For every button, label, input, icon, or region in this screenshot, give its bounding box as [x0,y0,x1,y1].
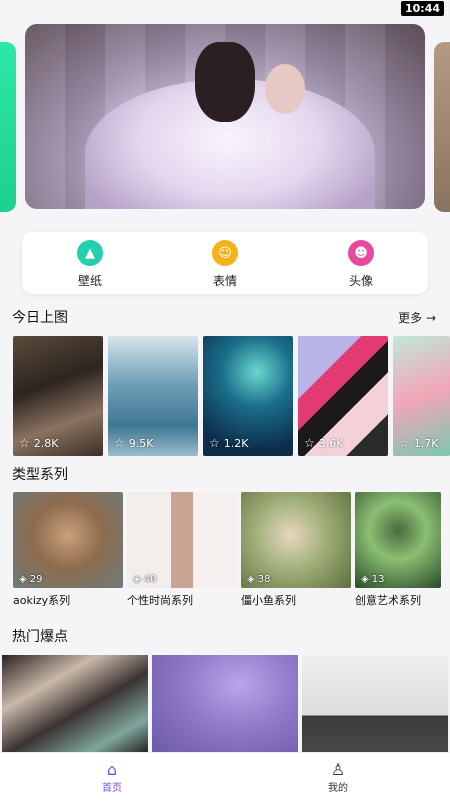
series-image[interactable]: ◈ 29 [13,492,123,588]
banner-prev-slide[interactable] [0,42,16,212]
tab-home[interactable]: ⌂ 首页 [82,760,142,795]
hot-image[interactable] [2,655,148,755]
series-card[interactable]: ◈ 40 个性时尚系列 [127,492,237,608]
tab-mine[interactable]: ♙ 我的 [308,760,368,795]
today-more-link[interactable]: 更多 → [398,309,436,326]
series-card[interactable]: ◈ 13 创意艺术系列 [355,492,441,608]
star-icon: ☆ [209,436,220,450]
banner-next-slide[interactable] [434,42,450,212]
series-section-title: 类型系列 [12,467,68,483]
category-label: 壁纸 [77,274,102,288]
banner-image[interactable] [25,24,425,209]
hot-image-row [0,655,450,755]
series-row: ◈ 29 aokizy系列 ◈ 40 个性时尚系列 ◈ 38 僵小鱼系列 ◈ 13 创意… [13,492,450,607]
category-label: 表情 [212,274,237,288]
series-name: aokizy系列 [13,594,71,607]
category-emoji[interactable]: ☺ 表情 [180,240,270,289]
layers-icon: ◈ [361,574,369,585]
tab-mine-label: 我的 [328,783,348,794]
hot-section-title: 热门爆点 [12,629,68,645]
series-image[interactable]: ◈ 40 [127,492,237,588]
series-card[interactable]: ◈ 38 僵小鱼系列 [241,492,351,608]
today-image-row: ☆ 2.8K ☆ 9.5K ☆ 1.2K ☆ 3.6K ☆ 1.7K [13,336,450,456]
category-avatar[interactable]: ☻ 头像 [316,240,406,289]
status-bar: 10:44 [0,0,450,18]
today-image[interactable]: ☆ 1.2K [203,336,293,456]
series-name: 个性时尚系列 [127,594,193,607]
category-panel: ▲ 壁纸 ☺ 表情 ☻ 头像 [22,232,428,294]
today-image[interactable]: ☆ 2.8K [13,336,103,456]
home-icon: ⌂ [106,760,118,779]
status-time: 10:44 [400,1,444,16]
today-image[interactable]: ☆ 1.7K [393,336,450,456]
banner-carousel[interactable] [0,24,450,214]
mountain-icon: ▲ [77,240,103,266]
tab-home-label: 首页 [102,783,122,794]
layers-icon: ◈ [247,574,255,585]
hot-image[interactable] [302,655,448,755]
star-icon: ☆ [399,436,410,450]
user-icon: ♙ [330,760,346,779]
series-name: 僵小鱼系列 [241,594,296,607]
smile-icon: ☺ [212,240,238,266]
today-image[interactable]: ☆ 9.5K [108,336,198,456]
today-section-title: 今日上图 [12,310,68,326]
category-label: 头像 [348,274,373,288]
series-name: 创意艺术系列 [355,594,421,607]
series-image[interactable]: ◈ 13 [355,492,441,588]
today-image[interactable]: ☆ 3.6K [298,336,388,456]
series-card[interactable]: ◈ 29 aokizy系列 [13,492,123,608]
bottom-tab-bar: ⌂ 首页 ♙ 我的 [0,752,450,801]
layers-icon: ◈ [133,574,141,585]
avatar-icon: ☻ [348,240,374,266]
category-wallpaper[interactable]: ▲ 壁纸 [45,240,135,289]
star-icon: ☆ [19,436,30,450]
layers-icon: ◈ [19,574,27,585]
star-icon: ☆ [114,436,125,450]
star-icon: ☆ [304,436,315,450]
hot-image[interactable] [152,655,298,755]
series-image[interactable]: ◈ 38 [241,492,351,588]
